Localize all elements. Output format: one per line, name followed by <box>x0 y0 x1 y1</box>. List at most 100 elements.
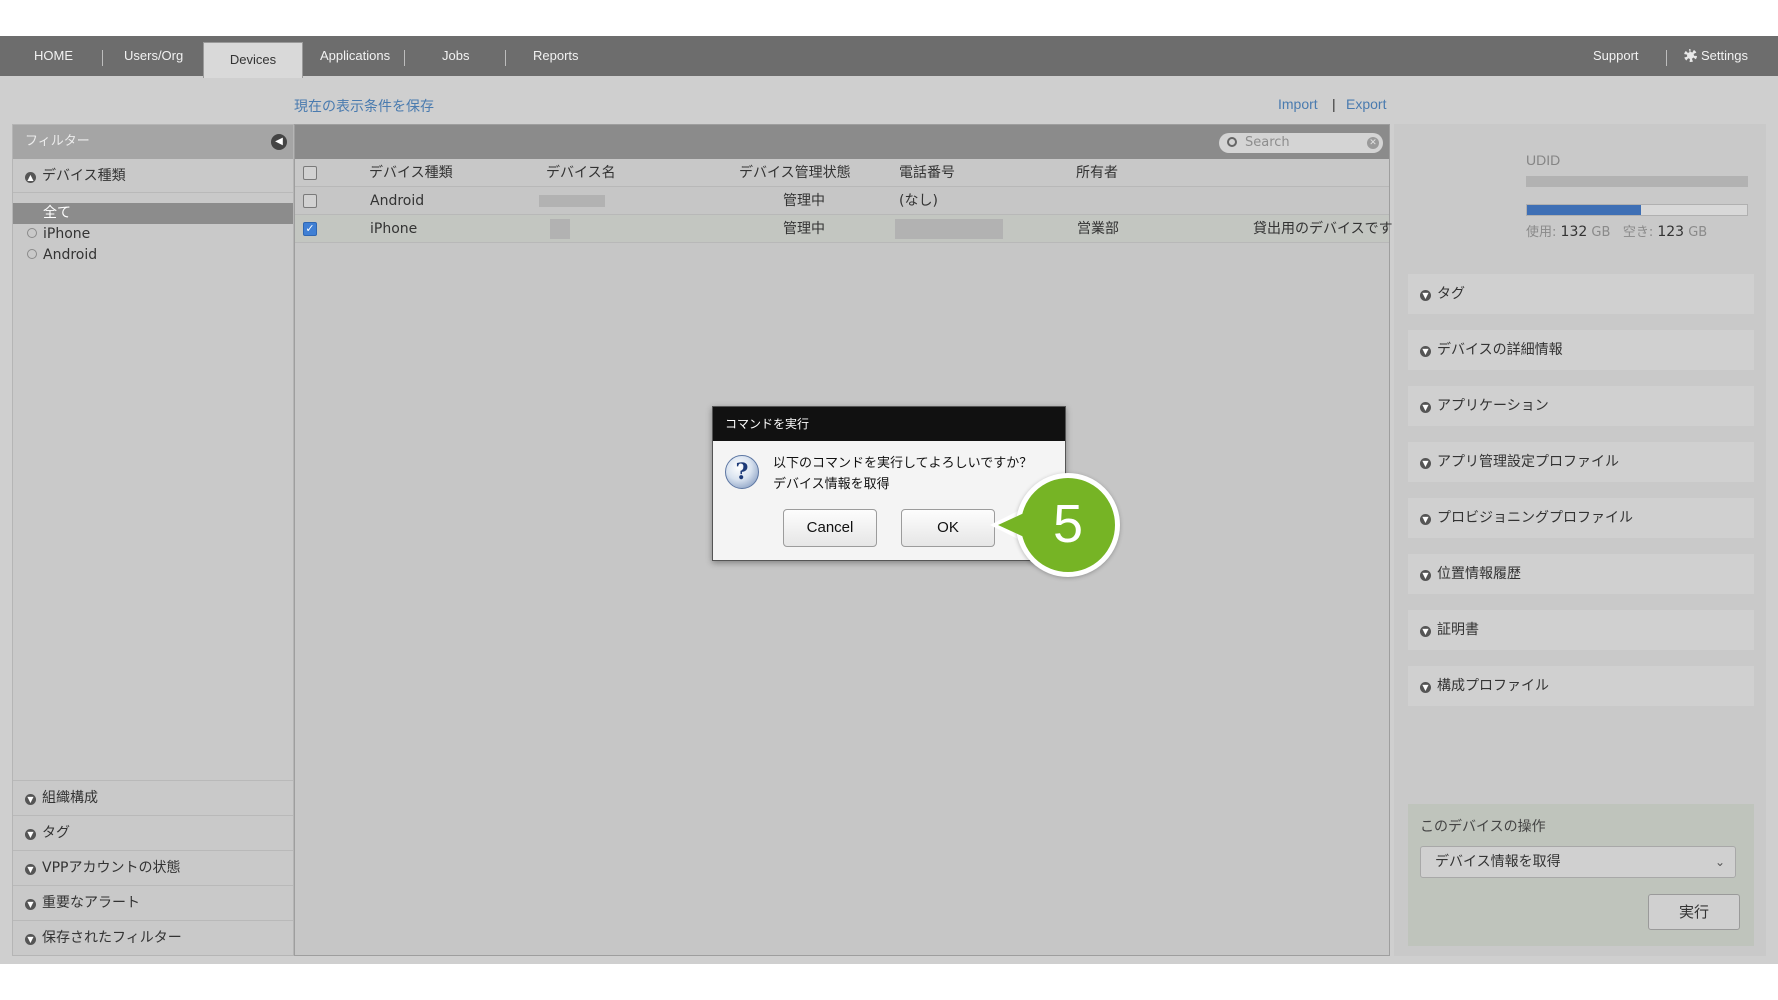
section-org[interactable]: ▼ 組織構成 <box>13 780 293 815</box>
search-icon <box>1227 137 1237 147</box>
col-management-status[interactable]: デバイス管理状態 <box>739 159 851 187</box>
col-device-type[interactable]: デバイス種類 <box>369 159 453 187</box>
section-saved-filters[interactable]: ▼ 保存されたフィルター <box>13 920 293 955</box>
nav-separator <box>1666 50 1667 66</box>
detail-section-label: プロビジョニングプロファイル <box>1437 510 1633 526</box>
cell-device-type: iPhone <box>370 221 418 237</box>
detail-section-certificates[interactable]: ▼ 証明書 <box>1408 610 1754 650</box>
chevron-down-icon: ▼ <box>1420 626 1431 637</box>
nav-devices[interactable]: Devices <box>203 42 303 78</box>
table-row[interactable]: ✓ iPhone 管理中 営業部 貸出用のデバイスです <box>295 215 1393 243</box>
radio-icon <box>27 249 37 259</box>
chevron-down-icon: ▼ <box>25 829 36 840</box>
section-saved-filters-label: 保存されたフィルター <box>42 930 182 946</box>
chevron-down-icon: ▼ <box>1420 682 1431 693</box>
nav-users-org[interactable]: Users/Org <box>124 36 183 76</box>
cancel-button[interactable]: Cancel <box>783 509 877 547</box>
detail-section-label: アプリケーション <box>1437 398 1549 414</box>
chevron-down-icon: ▼ <box>1420 458 1431 469</box>
table-toolbar: Search ✕ <box>295 125 1389 159</box>
nav-settings[interactable]: Settings <box>1684 36 1748 76</box>
detail-section-label: タグ <box>1437 286 1465 302</box>
cell-owner: 営業部 <box>1077 221 1119 237</box>
filter-android-label: Android <box>43 247 98 263</box>
detail-section-config-profiles[interactable]: ▼ 構成プロファイル <box>1408 666 1754 706</box>
search-input[interactable]: Search ✕ <box>1219 133 1383 153</box>
section-vpp-label: VPPアカウントの状態 <box>42 860 181 876</box>
chevron-up-icon: ▲ <box>25 172 36 183</box>
table-row[interactable]: Android 管理中 (なし) <box>295 187 1389 215</box>
dialog-message: 以下のコマンドを実行してよろしいですか？ デバイス情報を取得 <box>773 453 1032 495</box>
ok-button[interactable]: OK <box>901 509 995 547</box>
chevron-down-icon: ▼ <box>1420 346 1431 357</box>
run-button[interactable]: 実行 <box>1648 894 1740 930</box>
cell-phone: (なし) <box>899 193 938 209</box>
link-separator: | <box>1332 96 1336 112</box>
nav-support[interactable]: Support <box>1593 36 1639 76</box>
storage-bar-fill <box>1527 205 1642 215</box>
import-link[interactable]: Import <box>1278 96 1318 112</box>
nav-separator <box>102 50 103 66</box>
radio-icon <box>27 228 37 238</box>
clear-search-icon[interactable]: ✕ <box>1367 137 1379 149</box>
storage-used-unit: GB <box>1591 225 1611 240</box>
select-all-checkbox[interactable] <box>303 166 317 180</box>
chevron-down-icon: ▼ <box>25 899 36 910</box>
nav-applications[interactable]: Applications <box>320 36 390 76</box>
cell-note: 貸出用のデバイスです <box>1253 221 1393 237</box>
detail-section-location-history[interactable]: ▼ 位置情報履歴 <box>1408 554 1754 594</box>
nav-jobs[interactable]: Jobs <box>442 36 469 76</box>
filter-header: フィルター ◀ <box>13 125 293 159</box>
filter-iphone[interactable]: iPhone <box>13 224 293 245</box>
udid-label: UDID <box>1526 152 1561 168</box>
section-device-type-label: デバイス種類 <box>42 168 126 184</box>
collapse-panel-icon[interactable]: ◀ <box>271 134 287 150</box>
detail-section-provisioning[interactable]: ▼ プロビジョニングプロファイル <box>1408 498 1754 538</box>
chevron-down-icon: ▼ <box>25 934 36 945</box>
nav-reports[interactable]: Reports <box>533 36 579 76</box>
search-placeholder: Search <box>1245 135 1290 150</box>
callout-pointer-inner <box>998 513 1024 537</box>
detail-section-tag[interactable]: ▼ タグ <box>1408 274 1754 314</box>
nav-home[interactable]: HOME <box>34 36 73 76</box>
operation-select[interactable]: デバイス情報を取得 ⌄ <box>1420 846 1736 878</box>
storage-free-value: 123 <box>1657 224 1685 240</box>
detail-section-label: 位置情報履歴 <box>1437 566 1521 582</box>
section-alerts[interactable]: ▼ 重要なアラート <box>13 885 293 920</box>
filter-all[interactable]: 全て <box>13 203 293 224</box>
section-vpp[interactable]: ▼ VPPアカウントの状態 <box>13 850 293 885</box>
chevron-down-icon: ▼ <box>1420 570 1431 581</box>
nav-settings-label: Settings <box>1701 48 1748 63</box>
chevron-down-icon: ▼ <box>25 864 36 875</box>
col-owner[interactable]: 所有者 <box>1076 159 1118 187</box>
col-device-name[interactable]: デバイス名 <box>546 159 616 187</box>
filter-title: フィルター <box>25 134 90 149</box>
dialog-message-line2: デバイス情報を取得 <box>773 477 890 492</box>
row-checkbox-checked[interactable]: ✓ <box>303 222 317 236</box>
gear-icon <box>1684 49 1697 62</box>
chevron-down-icon: ⌄ <box>1714 855 1725 869</box>
top-navigation: HOME Users/Org Devices Applications Jobs… <box>0 36 1778 78</box>
detail-section-app-config[interactable]: ▼ アプリ管理設定プロファイル <box>1408 442 1754 482</box>
storage-used-label: 使用: <box>1526 225 1557 240</box>
save-view-link[interactable]: 現在の表示条件を保存 <box>294 96 434 116</box>
storage-free-unit: GB <box>1688 225 1708 240</box>
chevron-down-icon: ▼ <box>25 794 36 805</box>
table-header-row: デバイス種類 デバイス名 デバイス管理状態 電話番号 所有者 <box>295 159 1389 187</box>
detail-section-label: アプリ管理設定プロファイル <box>1437 454 1619 470</box>
detail-section-label: 証明書 <box>1437 622 1479 638</box>
section-device-type[interactable]: ▲ デバイス種類 <box>13 159 293 193</box>
detail-section-device-info[interactable]: ▼ デバイスの詳細情報 <box>1408 330 1754 370</box>
export-link[interactable]: Export <box>1346 96 1386 112</box>
storage-text: 使用: 132 GB 空き: 123 GB <box>1526 221 1707 240</box>
detail-section-applications[interactable]: ▼ アプリケーション <box>1408 386 1754 426</box>
filter-android[interactable]: Android <box>13 245 293 266</box>
col-phone-number[interactable]: 電話番号 <box>899 159 955 187</box>
chevron-down-icon: ▼ <box>1420 402 1431 413</box>
row-checkbox[interactable] <box>303 194 317 208</box>
cell-status: 管理中 <box>783 193 825 209</box>
redacted-udid <box>1526 176 1748 187</box>
operation-select-value: デバイス情報を取得 <box>1435 854 1561 870</box>
section-tag[interactable]: ▼ タグ <box>13 815 293 850</box>
redacted-device-name <box>539 195 605 207</box>
